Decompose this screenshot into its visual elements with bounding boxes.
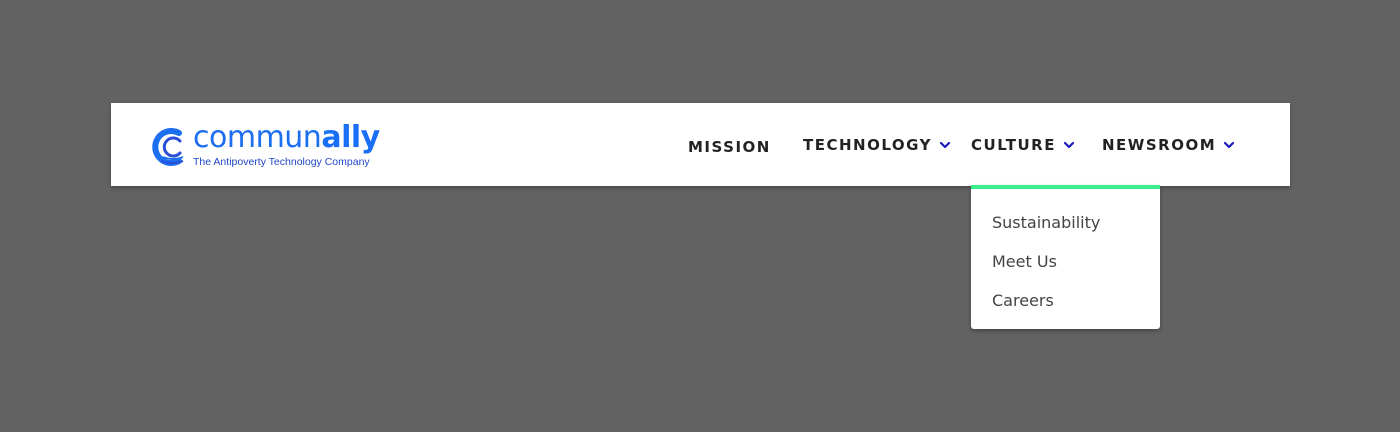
- brand-name-light: commun: [193, 120, 322, 155]
- chevron-down-icon: [1224, 141, 1235, 149]
- nav-item-label: NEWSROOM: [1102, 136, 1217, 154]
- site-header: communally The Antipoverty Technology Co…: [111, 103, 1290, 186]
- nav-item-label: CULTURE: [971, 136, 1056, 154]
- nav-item-mission[interactable]: MISSION: [688, 135, 771, 159]
- nav-item-newsroom[interactable]: NEWSROOM: [1102, 133, 1236, 157]
- chevron-down-icon: [939, 141, 951, 149]
- culture-dropdown-menu: Sustainability Meet Us Careers: [971, 185, 1160, 329]
- dropdown-item-careers[interactable]: Careers: [992, 288, 1054, 314]
- dropdown-item-sustainability[interactable]: Sustainability: [992, 210, 1100, 236]
- logo-c-wave-icon: [152, 128, 184, 166]
- brand-name-bold: ally: [321, 120, 380, 155]
- dropdown-item-meet-us[interactable]: Meet Us: [992, 249, 1057, 275]
- nav-item-label: TECHNOLOGY: [803, 136, 932, 154]
- brand-logo[interactable]: communally The Antipoverty Technology Co…: [149, 121, 409, 169]
- nav-item-culture[interactable]: CULTURE: [971, 133, 1076, 157]
- brand-tagline: The Antipoverty Technology Company: [193, 156, 370, 168]
- nav-item-technology[interactable]: TECHNOLOGY: [803, 133, 952, 157]
- nav-item-label: MISSION: [688, 138, 771, 156]
- chevron-down-icon: [1063, 141, 1075, 149]
- brand-wordmark: communally: [193, 121, 380, 155]
